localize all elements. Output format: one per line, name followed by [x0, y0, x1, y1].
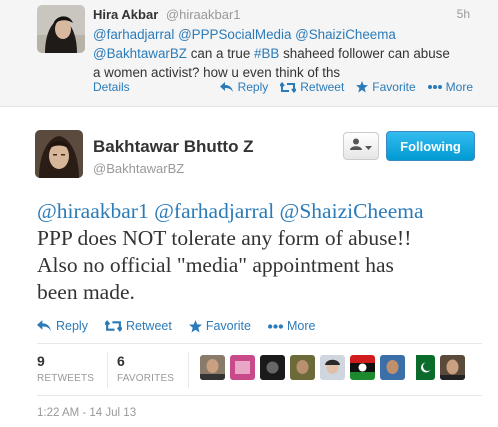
retweet-label: Retweet	[300, 80, 345, 94]
avatar[interactable]	[37, 5, 85, 53]
reply-label: Reply	[56, 319, 88, 333]
tweet-text-part: a women activist? how u even think of th…	[93, 65, 341, 80]
reply-icon	[37, 320, 52, 332]
divider	[37, 395, 482, 396]
user-actions-button[interactable]	[343, 132, 379, 160]
mention-link[interactable]: @ShaiziCheema	[295, 27, 396, 42]
avatar[interactable]	[350, 355, 375, 380]
avatar[interactable]	[200, 355, 225, 380]
more-button[interactable]: More	[427, 80, 473, 94]
favorite-label: Favorite	[205, 319, 251, 333]
tweet-text-part: can a true	[190, 46, 251, 61]
favorites-stat[interactable]: 6 FAVORITES	[117, 353, 174, 384]
divider	[107, 352, 108, 388]
author-handle[interactable]: @hiraakbar1	[166, 7, 241, 22]
mention-link[interactable]: @hiraakbar1	[37, 199, 149, 223]
user-icon	[350, 137, 362, 155]
details-link[interactable]: Details	[93, 80, 130, 94]
favorites-count: 6	[117, 353, 125, 369]
tweet-text: @hiraakbar1 @farhadjarral @ShaiziCheema …	[37, 198, 482, 306]
retweet-label: Retweet	[125, 319, 172, 333]
mention-link[interactable]: @PPPSocialMedia	[178, 27, 291, 42]
favorite-label: Favorite	[372, 80, 416, 94]
more-button[interactable]: More	[267, 317, 316, 335]
avatar[interactable]	[320, 355, 345, 380]
tweet-text-part: shaheed follower can abuse	[283, 46, 450, 61]
favorite-button[interactable]: Favorite	[188, 317, 251, 335]
avatar[interactable]	[380, 355, 405, 380]
avatar[interactable]	[230, 355, 255, 380]
retweeter-avatars	[200, 355, 465, 380]
tweet-time[interactable]: 5h	[457, 7, 470, 21]
avatar[interactable]	[35, 130, 83, 178]
tweet-text-line: PPP does NOT tolerate any form of abuse!…	[37, 226, 412, 250]
divider	[37, 343, 482, 344]
hashtag-link[interactable]: #BB	[254, 46, 279, 61]
avatar[interactable]	[440, 355, 465, 380]
more-dots-icon	[267, 323, 283, 329]
tweet-text: @farhadjarral @PPPSocialMedia @ShaiziChe…	[93, 25, 488, 82]
more-label: More	[286, 319, 316, 333]
avatar[interactable]	[260, 355, 285, 380]
reply-icon	[219, 81, 234, 93]
tweet-timestamp[interactable]: 1:22 AM - 14 Jul 13	[37, 407, 136, 419]
mention-link[interactable]: @farhadjarral	[93, 27, 174, 42]
following-button[interactable]: Following	[386, 131, 475, 161]
chevron-down-icon	[365, 137, 372, 155]
favorite-button[interactable]: Favorite	[356, 80, 416, 94]
mention-link[interactable]: @ShaiziCheema	[280, 199, 424, 223]
mention-link[interactable]: @farhadjarral	[154, 199, 274, 223]
star-icon	[356, 81, 369, 93]
favorites-label: FAVORITES	[117, 373, 175, 384]
retweet-button[interactable]: Retweet	[104, 317, 172, 335]
mention-link[interactable]: @BakhtawarBZ	[93, 46, 187, 61]
star-icon	[188, 319, 202, 333]
tweet-text-line: been made.	[37, 280, 135, 304]
divider	[188, 352, 189, 388]
retweets-count: 9	[37, 353, 45, 369]
tweet-text-line: Also no official "media" appointment has	[37, 253, 394, 277]
more-label: More	[445, 80, 473, 94]
author-name[interactable]: Bakhtawar Bhutto Z	[93, 137, 254, 157]
retweet-icon	[104, 320, 122, 332]
parent-tweet: Hira Akbar @hiraakbar1 5h @farhadjarral …	[0, 0, 498, 107]
avatar[interactable]	[290, 355, 315, 380]
author-handle[interactable]: @BakhtawarBZ	[93, 161, 184, 176]
retweet-button[interactable]: Retweet	[280, 80, 344, 94]
retweet-icon	[280, 81, 297, 93]
reply-label: Reply	[237, 80, 269, 94]
author-name[interactable]: Hira Akbar	[93, 7, 158, 22]
retweets-stat[interactable]: 9 RETWEETS	[37, 353, 94, 384]
more-dots-icon	[427, 85, 442, 89]
reply-button[interactable]: Reply	[37, 317, 88, 335]
retweets-label: RETWEETS	[37, 373, 95, 384]
reply-button[interactable]: Reply	[219, 80, 269, 94]
avatar[interactable]	[410, 355, 435, 380]
